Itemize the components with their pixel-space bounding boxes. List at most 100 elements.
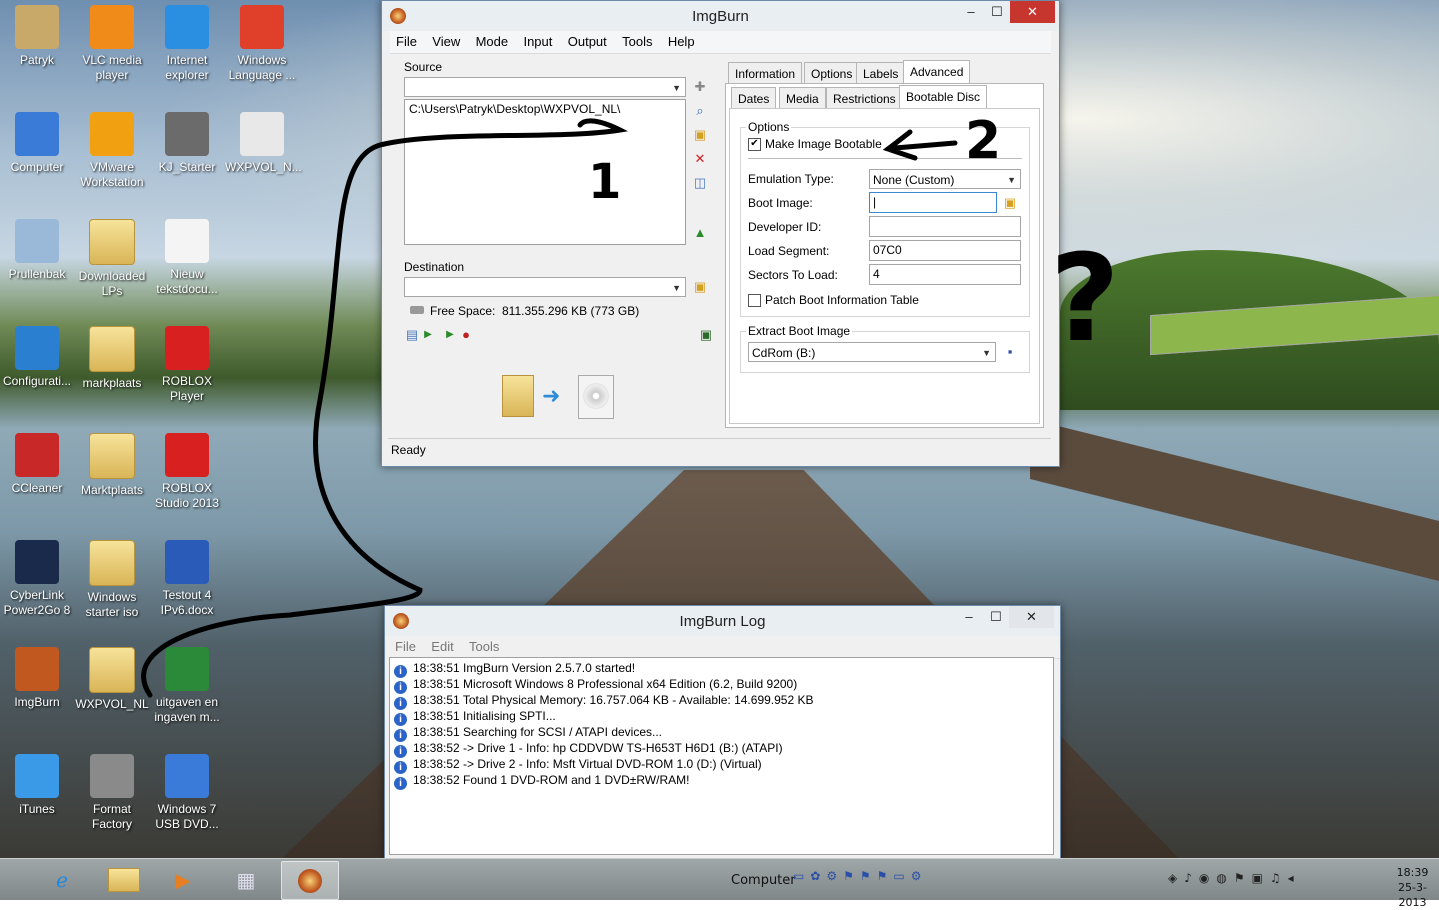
- menu-input[interactable]: Input: [517, 31, 558, 53]
- taskbar-calculator[interactable]: ▦: [218, 861, 274, 898]
- tab-bootable-disc[interactable]: Bootable Disc: [899, 85, 988, 109]
- desktop-icon-label: Internet explorer: [165, 53, 209, 82]
- log-text-area[interactable]: i 18:38:51 ImgBurn Version 2.5.7.0 starte…: [389, 657, 1054, 855]
- desktop-icon[interactable]: Windows 7 USB DVD...: [150, 754, 224, 832]
- desktop-icon[interactable]: iTunes: [0, 754, 74, 817]
- stop-icon[interactable]: ●: [458, 327, 474, 343]
- desktop-icon[interactable]: Configurati...: [0, 326, 74, 389]
- log-line: i 18:38:51 Initialising SPTI...: [390, 708, 1053, 726]
- load-segment-input[interactable]: 07C0: [869, 240, 1021, 261]
- desktop-icon[interactable]: Internet explorer: [150, 5, 224, 83]
- menu-file[interactable]: File: [390, 31, 423, 53]
- desktop-icon-label: WXPVOL_NL: [75, 697, 149, 711]
- desktop-icon[interactable]: ROBLOX Player: [150, 326, 224, 404]
- taskbar-internet-explorer[interactable]: ℯ: [34, 861, 90, 898]
- load-segment-value: 07C0: [873, 243, 902, 257]
- desktop-icon[interactable]: KJ_Starter: [150, 112, 224, 175]
- desktop-icon[interactable]: Testout 4 IPv6.docx: [150, 540, 224, 618]
- desktop-icon[interactable]: VLC media player: [75, 5, 149, 83]
- desktop-icon[interactable]: Computer: [0, 112, 74, 175]
- log-line-text: 18:38:51 Searching for SCSI / ATAPI devi…: [413, 725, 663, 739]
- log-maximize-button[interactable]: ☐: [985, 606, 1007, 628]
- browse-file-icon[interactable]: ⌕: [692, 103, 708, 119]
- developer-input[interactable]: [869, 216, 1021, 237]
- remove-icon[interactable]: ✕: [692, 151, 708, 167]
- tab-advanced[interactable]: Advanced: [903, 60, 971, 84]
- emulation-combo[interactable]: None (Custom) ▼: [869, 169, 1021, 189]
- save-icon[interactable]: ▪: [1002, 344, 1018, 360]
- queue-icon[interactable]: ▤: [404, 327, 420, 343]
- browse-folder-icon[interactable]: ▣: [692, 127, 708, 143]
- log-menu-file[interactable]: File: [389, 636, 422, 658]
- log-menu-edit[interactable]: Edit: [425, 636, 459, 658]
- desktop-icon[interactable]: VMware Workstation: [75, 112, 149, 190]
- quicklaunch-icons[interactable]: ▭✿⚙⚑⚑⚑▭⚙: [793, 869, 928, 883]
- clock[interactable]: 18:39 25-3-2013: [1386, 865, 1439, 910]
- play-small-icon[interactable]: ▶: [442, 327, 458, 343]
- destination-combo[interactable]: ▼: [404, 277, 686, 297]
- desktop-icon[interactable]: ROBLOX Studio 2013: [150, 433, 224, 511]
- maximize-button[interactable]: ☐: [986, 1, 1008, 23]
- boot-image-input[interactable]: |: [869, 192, 997, 213]
- desktop-icon[interactable]: Marktplaats: [75, 433, 149, 498]
- calculate-icon[interactable]: ▲: [692, 225, 708, 241]
- browse-boot-image-icon[interactable]: ▣: [1002, 195, 1018, 211]
- desktop-icon[interactable]: Windows starter iso: [75, 540, 149, 620]
- play-icon[interactable]: ▶: [420, 327, 436, 343]
- close-button[interactable]: ✕: [1010, 1, 1055, 23]
- computer-toolbar-label[interactable]: Computer: [731, 873, 796, 888]
- menu-view[interactable]: View: [426, 31, 466, 53]
- desktop-icon-label: Format Factory: [91, 802, 132, 831]
- add-file-icon[interactable]: ✚: [692, 79, 708, 95]
- menu-output[interactable]: Output: [562, 31, 613, 53]
- log-menu-tools[interactable]: Tools: [463, 636, 505, 658]
- patch-checkbox[interactable]: Patch Boot Information Table: [748, 293, 919, 308]
- menu-help[interactable]: Help: [662, 31, 701, 53]
- browse-destination-icon[interactable]: ▣: [692, 279, 708, 295]
- desktop-icon[interactable]: Nieuw tekstdocu...: [150, 219, 224, 297]
- source-combo[interactable]: ▼: [404, 77, 686, 97]
- desktop-icon[interactable]: markplaats: [75, 326, 149, 391]
- imgburn-window: ImgBurn – ☐ ✕ File View Mode Input Outpu…: [381, 0, 1060, 467]
- notification-icons[interactable]: ◈♪◉◍⚑▣♫◂: [1168, 871, 1301, 885]
- desktop-icon[interactable]: ImgBurn: [0, 647, 74, 710]
- log-window-icon[interactable]: ▣: [698, 327, 714, 343]
- menu-tools[interactable]: Tools: [616, 31, 658, 53]
- log-line: i 18:38:52 Found 1 DVD-ROM and 1 DVD±RW/R…: [390, 772, 1053, 790]
- imgburn-titlebar[interactable]: ImgBurn – ☐ ✕: [382, 1, 1059, 31]
- desktop-icon[interactable]: WXPVOL_NL: [75, 647, 149, 712]
- minimize-button[interactable]: –: [960, 1, 982, 23]
- clear-icon[interactable]: ◫: [692, 175, 708, 191]
- tab-information[interactable]: Information: [728, 62, 803, 84]
- menu-mode[interactable]: Mode: [470, 31, 515, 53]
- desktop-icon[interactable]: Downloaded LPs: [75, 219, 149, 299]
- tab-restrictions[interactable]: Restrictions: [826, 87, 903, 109]
- desktop-icon-label: ImgBurn: [14, 695, 60, 709]
- desktop-icon[interactable]: WXPVOL_N...: [225, 112, 302, 175]
- log-close-button[interactable]: ✕: [1009, 606, 1054, 628]
- patch-label: Patch Boot Information Table: [765, 293, 919, 307]
- status-text: Ready: [391, 443, 426, 457]
- desktop-icon[interactable]: CyberLink Power2Go 8: [0, 540, 74, 618]
- tab-options[interactable]: Options: [804, 62, 860, 84]
- desktop-icon[interactable]: Prullenbak: [0, 219, 74, 282]
- desktop-icon[interactable]: Patryk: [0, 5, 74, 68]
- make-bootable-checkbox[interactable]: ✔ Make Image Bootable: [748, 137, 882, 152]
- tab-dates[interactable]: Dates: [731, 87, 777, 109]
- desktop-icon[interactable]: Windows Language ...: [225, 5, 299, 83]
- chevron-down-icon: ▼: [672, 283, 681, 293]
- taskbar-file-explorer[interactable]: [96, 861, 152, 898]
- source-file-list[interactable]: C:\Users\Patryk\Desktop\WXPVOL_NL\: [404, 99, 686, 245]
- extract-drive-combo[interactable]: CdRom (B:) ▼: [748, 342, 996, 362]
- log-titlebar[interactable]: ImgBurn Log – ☐ ✕: [385, 606, 1060, 636]
- desktop-icon[interactable]: uitgaven en ingaven m...: [150, 647, 224, 725]
- taskbar-imgburn[interactable]: [281, 861, 339, 900]
- build-button[interactable]: ➜: [498, 369, 618, 423]
- taskbar-media-player[interactable]: ▶: [155, 861, 211, 898]
- tab-media[interactable]: Media: [779, 87, 826, 109]
- desktop-icon[interactable]: CCleaner: [0, 433, 74, 496]
- tab-labels[interactable]: Labels: [856, 62, 906, 84]
- desktop-icon[interactable]: Format Factory: [75, 754, 149, 832]
- sectors-input[interactable]: 4: [869, 264, 1021, 285]
- log-minimize-button[interactable]: –: [958, 606, 980, 628]
